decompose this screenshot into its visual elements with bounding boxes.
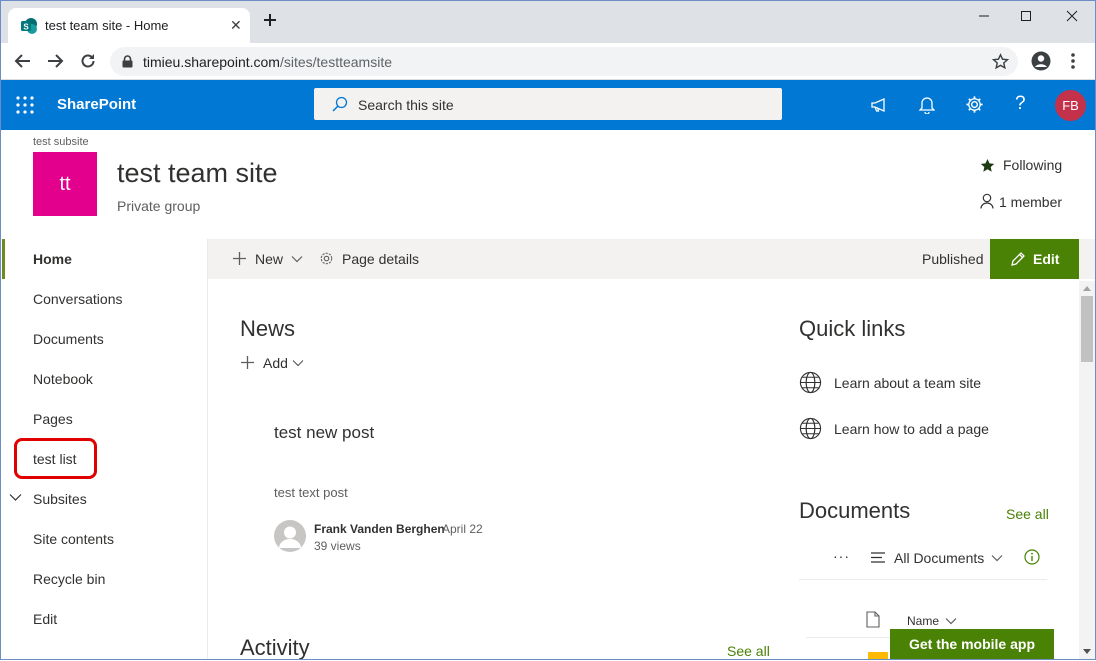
nav-item-home[interactable]: Home [33,251,72,267]
nav-item-notebook[interactable]: Notebook [33,371,93,387]
subsite-breadcrumb[interactable]: test subsite [33,136,89,148]
tab-title: test team site - Home [45,18,169,33]
svg-text:S: S [23,23,29,32]
browser-menu-icon[interactable] [1070,52,1076,70]
nav-item-site-contents[interactable]: Site contents [33,531,114,547]
maximize-icon[interactable] [1016,8,1036,24]
news-author[interactable]: Frank Vanden Berghen [314,522,445,536]
globe-icon [799,371,822,394]
sharepoint-brand-link[interactable]: SharePoint [57,96,136,113]
folder-icon [868,652,888,660]
list-view-icon [871,552,885,563]
help-question-icon[interactable]: ? [1015,93,1026,115]
news-add-plus-icon[interactable] [240,355,255,370]
nav-item-recycle-bin[interactable]: Recycle bin [33,571,105,587]
bookmark-star-icon[interactable] [992,53,1009,70]
quick-link-team-site[interactable]: Learn about a team site [834,375,981,391]
megaphone-icon[interactable] [870,96,888,114]
edit-page-button[interactable]: Edit [990,239,1079,279]
url-host: timieu.sharepoint.com [143,54,280,70]
lock-icon [122,55,133,68]
news-post-title[interactable]: test new post [274,423,374,443]
name-sort-chevron-icon[interactable] [945,617,957,625]
minimize-icon[interactable] [974,8,994,24]
forward-arrow-icon[interactable] [46,53,64,69]
site-subtitle: Private group [117,198,201,214]
profile-icon[interactable] [1031,51,1051,71]
address-bar[interactable]: timieu.sharepoint.com/sites/testteamsite [110,47,1018,76]
annotation-highlight-box [14,438,97,479]
nav-item-subsites[interactable]: Subsites [33,491,87,507]
url-path: /sites/testteamsite [279,54,392,70]
info-icon[interactable] [1024,549,1040,565]
browser-tab-strip: S test team site - Home ✕ [0,0,1096,43]
page-details-button[interactable]: Page details [342,251,419,267]
reload-icon[interactable] [79,52,97,70]
file-type-icon [866,611,880,628]
back-arrow-icon[interactable] [14,53,32,69]
news-views: 39 views [314,539,361,553]
edit-label: Edit [1033,251,1060,267]
search-icon [332,96,348,112]
get-mobile-app-button[interactable]: Get the mobile app [890,629,1054,660]
documents-divider [799,579,1047,580]
news-heading: News [240,316,296,341]
tab-close-icon[interactable]: ✕ [230,17,242,34]
star-filled-icon[interactable] [980,158,995,173]
nav-selected-indicator [2,239,5,279]
activity-see-all-link[interactable]: See all [727,643,770,659]
activity-heading: Activity [240,635,310,660]
documents-see-all-link[interactable]: See all [1006,506,1049,522]
quick-link-add-page[interactable]: Learn how to add a page [834,421,989,437]
new-chevron-down-icon[interactable] [291,255,303,263]
scrollbar-thumb[interactable] [1081,296,1093,362]
site-search-box[interactable]: Search this site [314,88,782,120]
news-add-chevron-icon[interactable] [292,359,304,367]
nav-item-edit[interactable]: Edit [33,611,57,627]
author-avatar-icon [274,520,306,552]
notifications-bell-icon[interactable] [919,95,935,114]
view-selector[interactable]: All Documents [894,550,984,566]
members-link[interactable]: 1 member [999,194,1062,210]
scroll-up-arrow-icon[interactable] [1083,285,1091,291]
publish-status: Published [922,251,984,267]
settings-gear-icon[interactable] [965,95,984,114]
app-launcher-waffle-icon[interactable] [16,96,34,114]
news-post-text: test text post [274,485,348,500]
globe-icon [799,417,822,440]
documents-heading: Documents [799,498,911,523]
new-tab-plus-icon[interactable] [262,12,278,28]
chevron-down-icon[interactable] [9,493,22,502]
name-column-header[interactable]: Name [907,614,939,628]
more-options-icon[interactable]: ··· [833,548,850,564]
user-avatar[interactable]: FB [1055,90,1086,121]
browser-toolbar: timieu.sharepoint.com/sites/testteamsite [0,43,1096,80]
nav-item-documents[interactable]: Documents [33,331,104,347]
news-date: April 22 [442,522,483,536]
new-button[interactable]: New [255,251,283,267]
page-details-gear-icon[interactable] [319,251,334,266]
following-toggle[interactable]: Following [1003,157,1062,173]
nav-item-pages[interactable]: Pages [33,411,73,427]
person-icon [980,193,994,209]
site-title[interactable]: test team site [117,158,278,189]
nav-item-conversations[interactable]: Conversations [33,291,123,307]
search-placeholder: Search this site [358,97,454,113]
plus-icon[interactable] [232,251,247,266]
pencil-icon [1010,251,1026,267]
close-window-icon[interactable] [1062,8,1082,24]
scroll-down-arrow-icon[interactable] [1083,649,1091,655]
quick-links-heading: Quick links [799,316,906,341]
site-logo[interactable]: tt [33,152,97,216]
sharepoint-favicon-icon: S [20,17,38,35]
view-chevron-down-icon[interactable] [991,554,1003,562]
news-add-button[interactable]: Add [263,355,288,371]
suite-bar: SharePoint Search this site ? FB [0,80,1096,130]
browser-tab[interactable]: S test team site - Home ✕ [8,8,250,43]
url-text: timieu.sharepoint.com/sites/testteamsite [143,54,392,70]
